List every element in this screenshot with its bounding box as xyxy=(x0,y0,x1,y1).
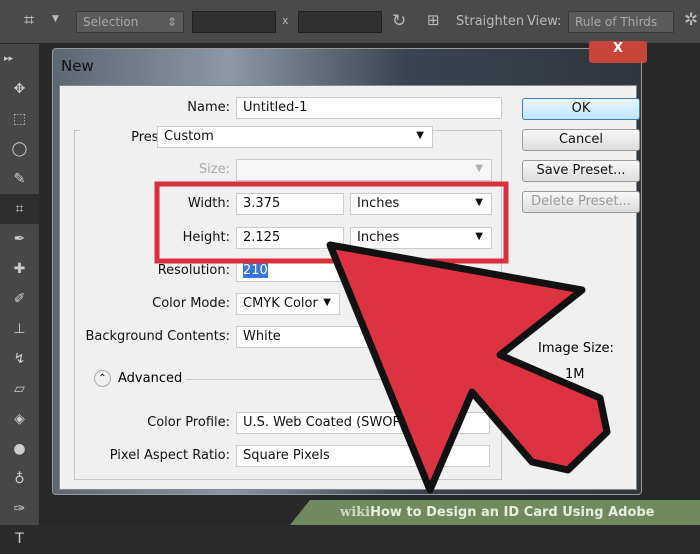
wiki-logo: wiki xyxy=(340,505,371,520)
arrow-icon xyxy=(326,241,611,494)
watermark-title: How to Design an ID Card Using Adobe Pho… xyxy=(340,505,655,545)
watermark-banner: wikiHow to Design an ID Card Using Adobe… xyxy=(290,500,700,525)
annotation-overlay xyxy=(154,181,611,494)
type-tool-icon[interactable]: T xyxy=(0,524,39,554)
